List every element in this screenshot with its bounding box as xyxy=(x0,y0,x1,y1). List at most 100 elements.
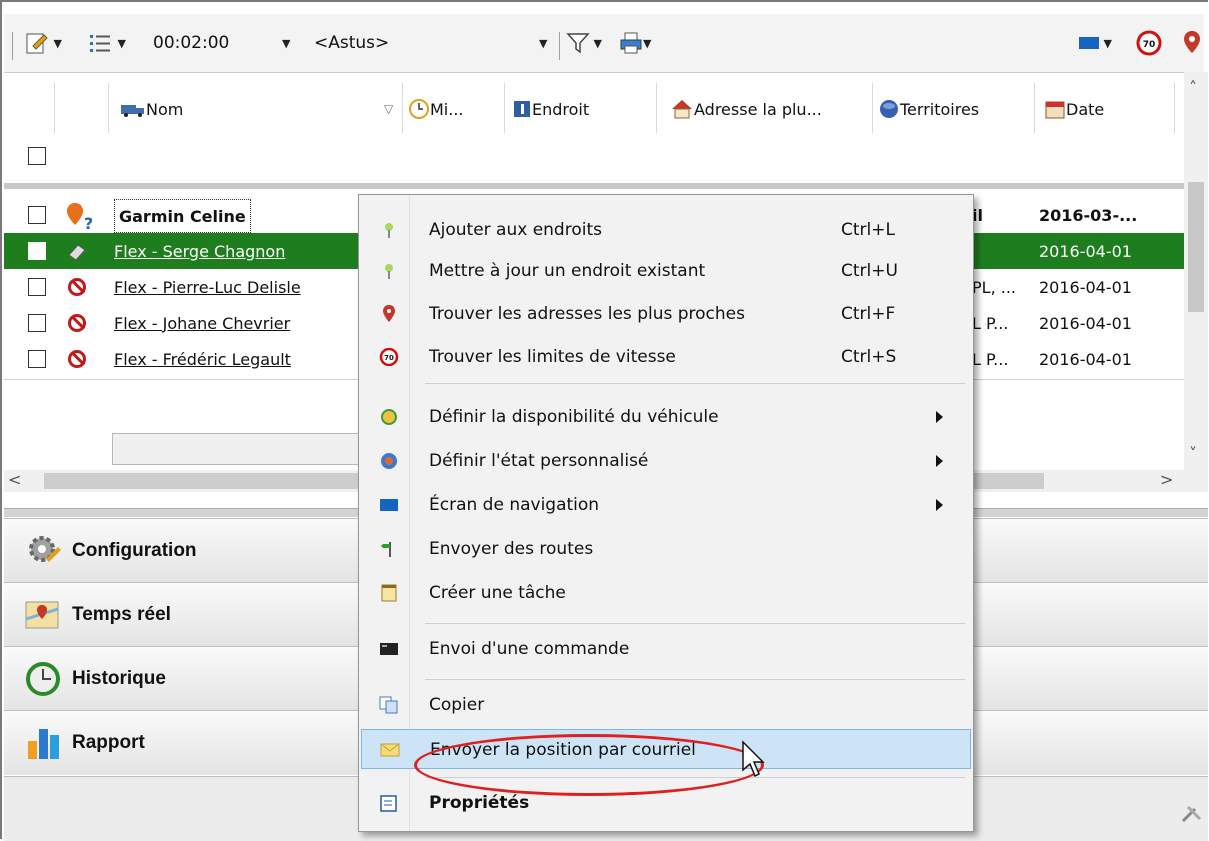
properties-icon xyxy=(380,795,397,812)
column-header-minutes[interactable]: Mi... xyxy=(408,91,464,127)
menu-separator xyxy=(425,679,965,680)
menu-item-label: Définir l'état personnalisé xyxy=(429,451,649,471)
screen-icon xyxy=(380,499,398,511)
map-icon xyxy=(25,601,59,629)
menu-item-send-command[interactable]: Envoi d'une commande xyxy=(361,629,971,669)
submenu-arrow-icon xyxy=(936,455,943,467)
scroll-up-icon[interactable]: ˄ xyxy=(1189,78,1197,97)
column-header-place[interactable]: Endroit xyxy=(512,91,589,127)
view-select-arrow[interactable]: ▼ xyxy=(539,14,547,72)
column-label: Nom xyxy=(146,99,184,119)
menu-separator xyxy=(425,383,965,384)
column-divider xyxy=(402,83,403,133)
row-date: 2016-04-01 xyxy=(1039,349,1132,369)
filter-icon[interactable]: ▼ xyxy=(566,14,602,72)
row-name[interactable]: Flex - Frédéric Legault xyxy=(114,341,291,377)
map-marker-icon xyxy=(383,305,395,322)
select-all-checkbox[interactable] xyxy=(28,147,46,165)
menu-item-label: Envoi d'une commande xyxy=(429,639,630,659)
toolbar-separator xyxy=(559,32,560,60)
mouse-cursor-icon xyxy=(742,740,765,778)
menu-item-custom-state[interactable]: Définir l'état personnalisé xyxy=(361,441,971,481)
row-checkbox[interactable] xyxy=(28,314,46,332)
speed-limit-icon: 70 xyxy=(379,348,399,366)
print-icon[interactable]: ▼ xyxy=(619,14,651,72)
row-name[interactable]: Flex - Serge Chagnon xyxy=(114,233,285,269)
no-entry-icon xyxy=(68,314,86,332)
column-header-name[interactable]: Nom xyxy=(120,91,183,127)
column-divider xyxy=(108,83,109,133)
row-address: L P... xyxy=(972,313,1009,333)
row-checkbox[interactable] xyxy=(28,206,46,224)
column-header-address[interactable]: Adresse la plu... xyxy=(670,91,822,127)
row-date: 2016-04-01 xyxy=(1039,313,1132,333)
speed-badge-text: 70 xyxy=(384,354,394,362)
menu-item-shortcut: Ctrl+U xyxy=(841,261,898,281)
column-label: Mi... xyxy=(430,99,464,119)
nav-label: Rapport xyxy=(72,732,145,753)
column-label: Territoires xyxy=(900,99,980,119)
row-checkbox[interactable] xyxy=(28,278,46,296)
svg-text:?: ? xyxy=(84,214,92,231)
edit-icon[interactable]: ▼ xyxy=(24,14,62,72)
column-divider xyxy=(656,83,657,133)
gear-icon xyxy=(29,536,61,562)
interval-field[interactable]: 00:02:00 xyxy=(153,14,229,72)
column-label: Endroit xyxy=(532,99,590,119)
color-picker-icon[interactable]: ▼ xyxy=(1078,14,1112,72)
menu-item-add-place[interactable]: Ajouter aux endroits Ctrl+L xyxy=(361,210,971,250)
task-icon xyxy=(381,584,397,602)
scroll-right-icon[interactable]: > xyxy=(1160,470,1173,489)
menu-item-label: Écran de navigation xyxy=(429,495,600,515)
menu-item-speed-limits[interactable]: 70 Trouver les limites de vitesse Ctrl+S xyxy=(361,337,971,377)
speed-limit-icon[interactable]: 70 xyxy=(1136,14,1162,72)
row-date: 2016-04-01 xyxy=(1039,241,1132,261)
menu-item-create-task[interactable]: Créer une tâche xyxy=(361,573,971,613)
scroll-left-icon[interactable]: < xyxy=(8,470,21,489)
map-marker-icon[interactable] xyxy=(1182,14,1202,72)
command-icon xyxy=(380,643,398,655)
row-checkbox[interactable] xyxy=(28,242,46,260)
menu-item-nearest-addresses[interactable]: Trouver les adresses les plus proches Ct… xyxy=(361,294,971,334)
menu-item-update-place[interactable]: Mettre à jour un endroit existant Ctrl+U xyxy=(361,251,971,291)
menu-item-label: Mettre à jour un endroit existant xyxy=(429,261,706,281)
nav-label: Temps réel xyxy=(72,604,171,625)
column-header-date[interactable]: Date xyxy=(1044,91,1104,127)
row-date: 2016-03-... xyxy=(1039,205,1138,225)
row-name[interactable]: Flex - Pierre-Luc Delisle xyxy=(114,269,301,305)
list-view-icon[interactable]: ▼ xyxy=(88,14,126,72)
vehicle-icon xyxy=(68,244,86,261)
menu-item-label: Trouver les limites de vitesse xyxy=(429,347,676,367)
menu-separator xyxy=(425,623,965,624)
menu-item-label: Trouver les adresses les plus proches xyxy=(429,304,745,324)
row-name[interactable]: Garmin Celine xyxy=(114,199,251,233)
menu-item-label: Créer une tâche xyxy=(429,583,566,603)
menu-item-send-routes[interactable]: Envoyer des routes xyxy=(361,529,971,569)
row-checkbox[interactable] xyxy=(28,350,46,368)
unknown-location-icon: ? xyxy=(67,203,92,231)
scroll-thumb[interactable] xyxy=(1188,182,1204,312)
column-label: Adresse la plu... xyxy=(694,99,822,119)
menu-item-label: Ajouter aux endroits xyxy=(429,220,602,240)
column-header-territories[interactable]: Territoires xyxy=(878,91,979,127)
route-icon xyxy=(381,542,391,557)
menu-item-navigation-screen[interactable]: Écran de navigation xyxy=(361,485,971,525)
copy-icon xyxy=(379,696,398,714)
interval-dropdown-arrow[interactable]: ▼ xyxy=(282,14,290,72)
submenu-arrow-icon xyxy=(936,499,943,511)
annotation-ellipse xyxy=(414,734,764,796)
bar-chart-icon xyxy=(28,729,59,759)
sort-icon: ▽ xyxy=(384,102,394,116)
pin-icon xyxy=(385,223,393,238)
menu-item-copy[interactable]: Copier xyxy=(361,685,971,725)
menu-item-label: Copier xyxy=(429,695,485,715)
scroll-down-icon[interactable]: ˅ xyxy=(1189,444,1197,463)
row-name[interactable]: Flex - Johane Chevrier xyxy=(114,305,290,341)
vertical-scrollbar[interactable]: ˄ ˅ xyxy=(1184,72,1208,492)
row-address: L P... xyxy=(972,349,1009,369)
tools-icon[interactable] xyxy=(1180,801,1204,825)
column-divider xyxy=(504,83,505,133)
view-select[interactable]: <Astus> xyxy=(314,14,389,72)
menu-item-vehicle-availability[interactable]: Définir la disponibilité du véhicule xyxy=(361,397,971,437)
footer-filter-cell[interactable] xyxy=(112,433,364,465)
